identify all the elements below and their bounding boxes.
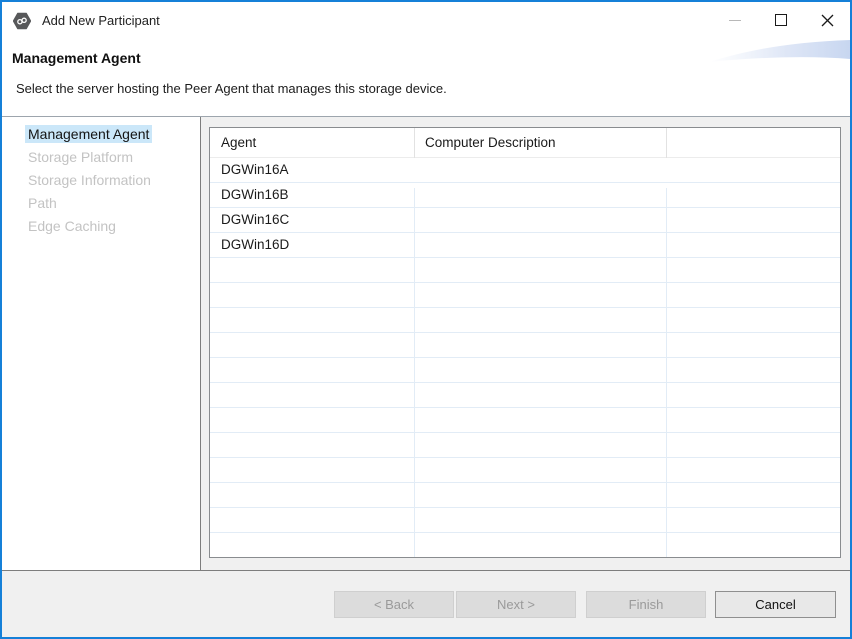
sidebar-item-label: Storage Information xyxy=(25,171,154,189)
wizard-steps: Management Agent Storage Platform Storage … xyxy=(2,117,201,571)
table-row-empty xyxy=(210,408,840,433)
maximize-button[interactable] xyxy=(758,2,804,38)
page-subtitle: Select the server hosting the Peer Agent… xyxy=(16,81,447,96)
column-header-blank[interactable] xyxy=(666,128,840,158)
sidebar-item-label: Edge Caching xyxy=(25,217,119,235)
table-row-empty xyxy=(210,308,840,333)
add-new-participant-dialog: Add New Participant Management Agent Sel… xyxy=(0,0,852,639)
column-header-agent[interactable]: Agent xyxy=(210,128,414,158)
column-divider xyxy=(666,188,667,558)
header-divider xyxy=(414,128,415,158)
table-row-empty xyxy=(210,483,840,508)
table-row-empty xyxy=(210,283,840,308)
agent-table-body: DGWin16ADGWin16BDGWin16CDGWin16D xyxy=(210,158,840,558)
sidebar-item-label: Path xyxy=(25,194,60,212)
table-row-dgwin16a[interactable]: DGWin16A xyxy=(210,158,840,183)
table-row-empty xyxy=(210,433,840,458)
maximize-icon xyxy=(775,14,787,26)
cancel-button[interactable]: Cancel xyxy=(715,591,836,618)
wizard-header: Management Agent Select the server hosti… xyxy=(2,40,850,117)
table-row-dgwin16d[interactable]: DGWin16D xyxy=(210,233,840,258)
agent-table-header: AgentComputer Description xyxy=(210,128,840,158)
table-row-dgwin16c[interactable]: DGWin16C xyxy=(210,208,840,233)
table-row-empty xyxy=(210,508,840,533)
sidebar-item-edge-caching: Edge Caching xyxy=(2,214,200,237)
table-row-empty xyxy=(210,458,840,483)
minimize-button[interactable] xyxy=(712,2,758,38)
wizard-buttons: < BackNext > Finish Cancel xyxy=(334,591,836,618)
close-icon xyxy=(821,14,834,27)
table-row-empty xyxy=(210,333,840,358)
table-row-empty xyxy=(210,358,840,383)
table-row-empty xyxy=(210,383,840,408)
page-title: Management Agent xyxy=(12,50,141,66)
next-button: Next > xyxy=(456,591,576,618)
table-row-empty xyxy=(210,258,840,283)
back-button: < Back xyxy=(334,591,454,618)
minimize-icon xyxy=(729,20,741,21)
header-divider xyxy=(666,128,667,158)
finish-button: Finish xyxy=(586,591,706,618)
sidebar-item-label: Management Agent xyxy=(25,125,152,143)
window-controls xyxy=(712,2,850,38)
app-icon xyxy=(13,12,31,30)
sidebar-item-path: Path xyxy=(2,191,200,214)
close-button[interactable] xyxy=(804,2,850,38)
table-row-empty xyxy=(210,533,840,558)
sidebar-item-management-agent[interactable]: Management Agent xyxy=(2,122,200,145)
sidebar-item-label: Storage Platform xyxy=(25,148,136,166)
window-title: Add New Participant xyxy=(42,2,160,40)
sidebar-item-storage-platform: Storage Platform xyxy=(2,145,200,168)
column-divider xyxy=(414,188,415,558)
column-header-computer-description[interactable]: Computer Description xyxy=(414,128,666,158)
footer-bar: < BackNext > Finish Cancel xyxy=(2,571,850,637)
agent-table[interactable]: AgentComputer Description DGWin16ADGWin1… xyxy=(209,127,841,558)
title-bar[interactable]: Add New Participant xyxy=(2,2,850,40)
sidebar-item-storage-information: Storage Information xyxy=(2,168,200,191)
table-row-dgwin16b[interactable]: DGWin16B xyxy=(210,183,840,208)
